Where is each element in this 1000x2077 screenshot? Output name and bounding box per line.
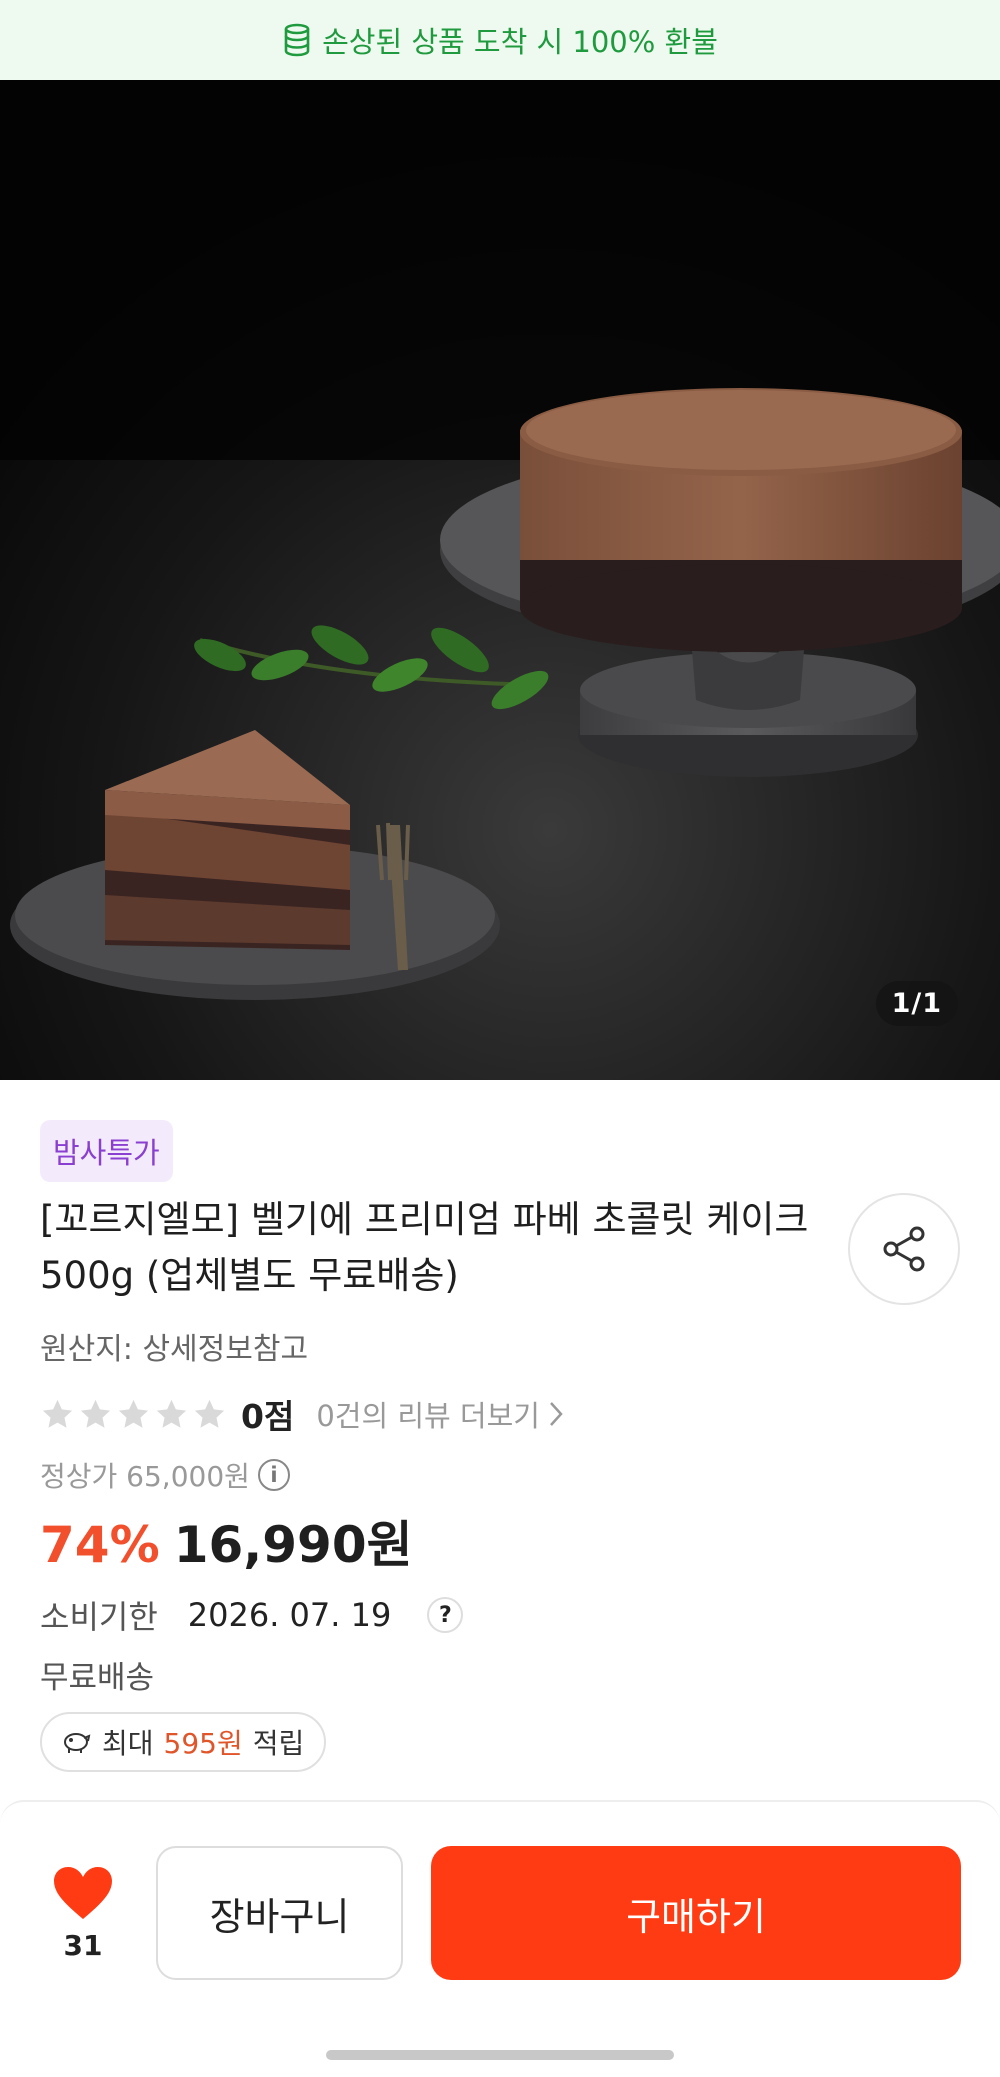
expiry-row: 소비기한 2026. 07. 19 ? bbox=[40, 1592, 464, 1638]
chocolate-cake-photo bbox=[0, 80, 1000, 1080]
piggy-bank-icon bbox=[64, 1733, 91, 1753]
discount-rate: 74% bbox=[40, 1516, 160, 1574]
buy-now-button[interactable]: 구매하기 bbox=[431, 1846, 961, 1980]
like-count: 31 bbox=[63, 1929, 103, 1962]
home-indicator bbox=[326, 2050, 674, 2060]
origin-info: 원산지: 상세정보참고 bbox=[40, 1332, 309, 1367]
star-icon bbox=[42, 1399, 73, 1428]
star-icon bbox=[156, 1399, 187, 1428]
rating-stars bbox=[40, 1397, 227, 1432]
sale-price: 16,990원 bbox=[173, 1516, 413, 1574]
expiry-label: 소비기한 bbox=[40, 1598, 158, 1636]
share-icon bbox=[883, 1226, 925, 1272]
shipping-info: 무료배송 bbox=[40, 1660, 155, 1696]
share-button[interactable] bbox=[848, 1193, 960, 1305]
refund-banner: 손상된 상품 도착 시 100% 환불 bbox=[0, 0, 1000, 80]
points-prefix: 최대 bbox=[102, 1727, 154, 1760]
chevron-right-icon bbox=[550, 1402, 563, 1426]
promo-badge: 밤사특가 bbox=[40, 1120, 173, 1182]
heart-icon bbox=[54, 1867, 112, 1919]
star-icon bbox=[194, 1399, 225, 1428]
rating-row: 0점 0건의 리뷰 더보기 bbox=[40, 1392, 564, 1436]
rating-score: 0점 bbox=[241, 1397, 295, 1436]
product-image-gallery[interactable]: 1/1 bbox=[0, 80, 1000, 1080]
help-icon[interactable]: ? bbox=[427, 1597, 464, 1633]
refund-banner-text: 손상된 상품 도착 시 100% 환불 bbox=[322, 25, 718, 59]
coins-icon bbox=[284, 23, 310, 57]
product-title: [꼬르지엘모] 벨기에 프리미엄 파베 초콜릿 케이크 500g (업체별도 무… bbox=[40, 1198, 809, 1297]
image-counter: 1/1 bbox=[875, 981, 958, 1026]
points-suffix: 적립 bbox=[252, 1727, 305, 1760]
review-link-label: 0건의 리뷰 더보기 bbox=[316, 1399, 540, 1433]
add-to-cart-button[interactable]: 장바구니 bbox=[156, 1846, 403, 1980]
points-amount: 595원 bbox=[163, 1727, 243, 1760]
star-icon bbox=[80, 1399, 111, 1428]
points-pill: 최대 595원 적립 bbox=[40, 1712, 327, 1772]
original-price-row: 정상가 65,000원 i bbox=[40, 1455, 290, 1495]
like-button[interactable]: 31 bbox=[48, 1865, 118, 1962]
star-icon bbox=[118, 1399, 149, 1428]
info-icon[interactable]: i bbox=[257, 1459, 290, 1491]
review-link[interactable]: 0건의 리뷰 더보기 bbox=[316, 1393, 564, 1435]
original-price: 정상가 65,000원 bbox=[40, 1460, 250, 1493]
price-row: 74% 16,990원 bbox=[40, 1505, 413, 1577]
expiry-value: 2026. 07. 19 bbox=[187, 1596, 392, 1634]
